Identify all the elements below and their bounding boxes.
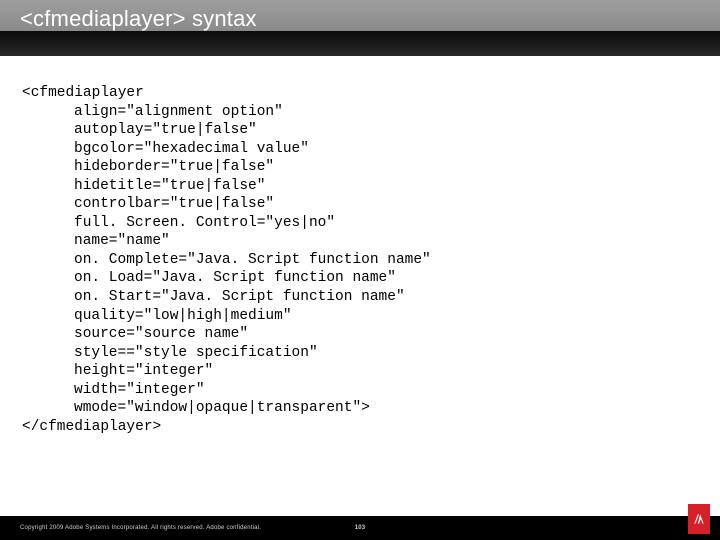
code-attr-line: hidetitle="true|false" bbox=[22, 177, 698, 196]
code-attr-line: quality="low|high|medium" bbox=[22, 307, 698, 326]
code-attr-line: controlbar="true|false" bbox=[22, 195, 698, 214]
page-title: <cfmediaplayer> syntax bbox=[20, 6, 257, 32]
code-attr-line: style=="style specification" bbox=[22, 344, 698, 363]
footer-copyright: Copyright 2009 Adobe Systems Incorporate… bbox=[20, 525, 261, 531]
code-attr-line: on. Start="Java. Script function name" bbox=[22, 288, 698, 307]
code-open-tag: <cfmediaplayer bbox=[22, 84, 698, 103]
code-attr-line: source="source name" bbox=[22, 325, 698, 344]
code-block: <cfmediaplayer align="alignment option"a… bbox=[0, 56, 720, 436]
code-attr-line: wmode="window|opaque|transparent"> bbox=[22, 399, 698, 418]
adobe-logo-icon bbox=[688, 504, 710, 534]
code-attr-line: height="integer" bbox=[22, 362, 698, 381]
page-number: 103 bbox=[355, 525, 366, 531]
code-attr-line: name="name" bbox=[22, 232, 698, 251]
code-attr-line: width="integer" bbox=[22, 381, 698, 400]
code-attr-line: on. Load="Java. Script function name" bbox=[22, 269, 698, 288]
footer-bar: Copyright 2009 Adobe Systems Incorporate… bbox=[0, 516, 720, 540]
code-attr-line: align="alignment option" bbox=[22, 103, 698, 122]
code-attr-line: bgcolor="hexadecimal value" bbox=[22, 140, 698, 159]
code-attr-line: full. Screen. Control="yes|no" bbox=[22, 214, 698, 233]
title-band: <cfmediaplayer> syntax bbox=[0, 0, 720, 56]
code-close-tag: </cfmediaplayer> bbox=[22, 418, 698, 437]
code-attr-line: on. Complete="Java. Script function name… bbox=[22, 251, 698, 270]
code-attr-line: autoplay="true|false" bbox=[22, 121, 698, 140]
code-attr-line: hideborder="true|false" bbox=[22, 158, 698, 177]
